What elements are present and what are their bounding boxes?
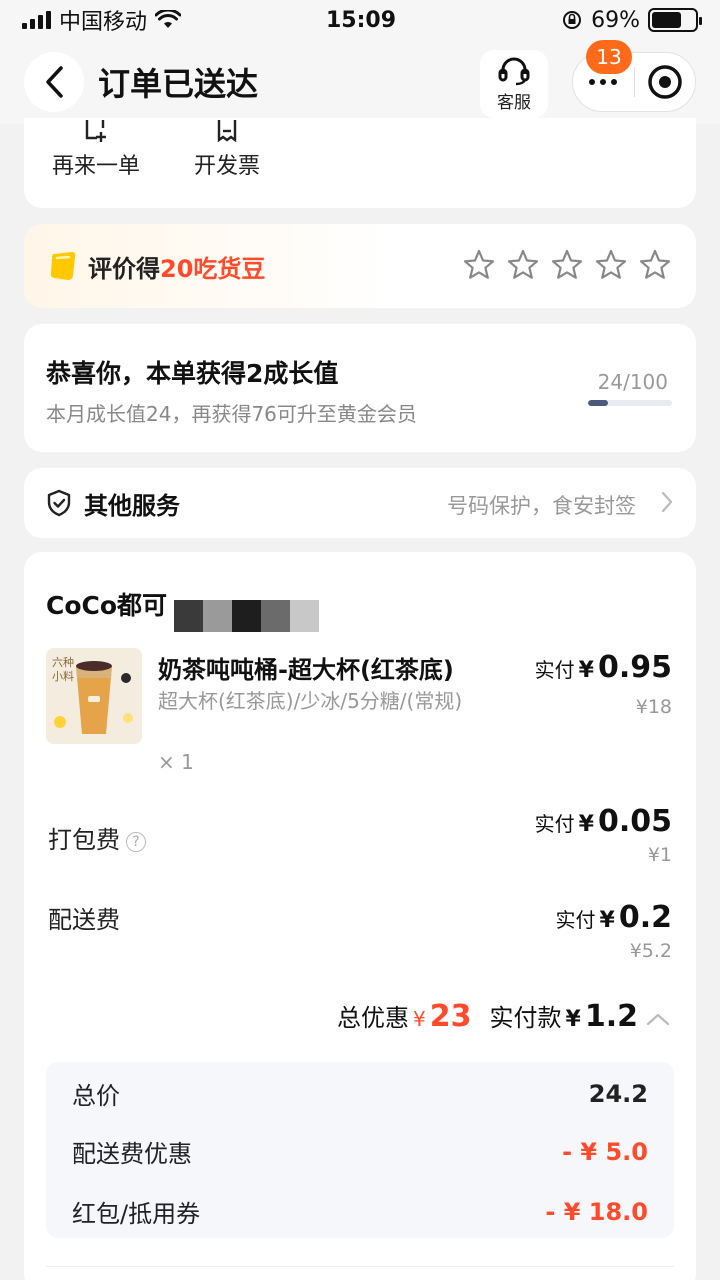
customer-service-button[interactable]: 客服	[480, 50, 548, 118]
customer-service-label: 客服	[497, 92, 531, 113]
paid-currency: ¥	[565, 1007, 581, 1032]
notification-badge: 13	[586, 40, 632, 74]
page-title: 订单已送达	[98, 65, 259, 103]
back-button[interactable]	[24, 52, 84, 112]
invoice-button[interactable]: 开发票	[194, 118, 260, 180]
price-breakdown: 总价 24.2 配送费优惠 - ¥ 5.0 红包/抵用券 - ¥ 18.0	[46, 1062, 674, 1238]
rating-stars	[462, 248, 672, 282]
review-reward-text: 评价得20吃货豆	[88, 249, 265, 284]
order-detail-card: CoCo都可 六种小料 奶茶吨吨桶-超大杯(红茶底) 超大杯(红茶底)/少冰/5…	[24, 552, 696, 1280]
star-icon[interactable]	[638, 248, 672, 282]
coin-icon	[50, 252, 76, 280]
product-original-price: ¥18	[635, 696, 672, 718]
status-right: 69%	[561, 7, 702, 33]
close-mini-program-button[interactable]	[634, 64, 695, 100]
carrier-name: 中国移动	[59, 10, 148, 35]
star-icon[interactable]	[594, 248, 628, 282]
chevron-up-icon	[646, 1013, 670, 1026]
status-left: 中国移动	[22, 4, 182, 36]
signal-icon	[22, 11, 51, 29]
star-icon[interactable]	[462, 248, 496, 282]
breakdown-row-total: 总价 24.2	[72, 1076, 648, 1111]
product-quantity: × 1	[158, 750, 194, 774]
invoice-label: 开发票	[194, 154, 261, 179]
status-time: 15:09	[326, 7, 397, 33]
invoice-icon	[217, 120, 237, 143]
rotation-lock-icon	[563, 11, 582, 29]
dot-icon	[611, 79, 618, 85]
chevron-right-icon	[661, 491, 673, 513]
total-paid-label: 实付款	[489, 1004, 562, 1032]
growth-card: 恭喜你，本单获得2成长值 本月成长值24，再获得76可升至黄金会员 24/100	[24, 324, 696, 452]
target-icon	[647, 65, 682, 99]
packing-paid-row: 实付 ¥ 0.05	[535, 804, 672, 839]
headset-icon	[498, 57, 530, 85]
total-discount-amount: 23	[429, 999, 472, 1034]
breakdown-row-coupon: 红包/抵用券 - ¥ 18.0	[72, 1194, 648, 1229]
section-divider	[46, 1266, 674, 1267]
growth-subtitle: 本月成长值24，再获得76可升至黄金会员	[46, 402, 417, 426]
product-image-caption: 六种小料	[52, 656, 74, 683]
currency-symbol: ¥	[578, 658, 594, 683]
battery-percent: 69%	[591, 7, 640, 33]
status-bar: 中国移动 15:09 69%	[0, 0, 720, 40]
breakdown-label: 红包/抵用券	[72, 1200, 201, 1228]
more-menu-button[interactable]	[573, 79, 634, 85]
breakdown-value: - ¥ 5.0	[562, 1137, 648, 1166]
packing-fee-text: 打包费	[48, 826, 120, 854]
star-icon[interactable]	[506, 248, 540, 282]
currency-symbol: ¥	[578, 812, 594, 837]
delivery-paid-row: 实付 ¥ 0.2	[556, 900, 672, 935]
delivery-paid-amount: 0.2	[618, 900, 672, 935]
growth-progress-fill	[588, 400, 609, 406]
star-icon[interactable]	[550, 248, 584, 282]
packing-fee-label: 打包费?	[48, 820, 146, 855]
battery-icon	[648, 8, 702, 32]
chevron-left-icon	[46, 66, 63, 98]
packing-original-price: ¥1	[647, 844, 672, 866]
order-actions-card: 再来一单 开发票	[24, 118, 696, 208]
product-paid-row: 实付 ¥ 0.95	[535, 650, 672, 685]
review-card: 评价得20吃货豆	[24, 224, 696, 308]
growth-progress-bar	[588, 400, 672, 406]
total-discount-label: 总优惠	[337, 1004, 410, 1032]
product-name: 奶茶吨吨桶-超大杯(红茶底)	[158, 656, 454, 684]
paid-label: 实付	[555, 908, 596, 932]
currency-symbol: ¥	[599, 908, 615, 933]
review-reward: 20吃货豆	[160, 254, 266, 283]
dot-icon	[600, 79, 607, 85]
discount-currency: ¥	[413, 1007, 426, 1031]
breakdown-label: 总价	[72, 1082, 120, 1110]
growth-count: 24/100	[597, 370, 668, 394]
paid-label: 实付	[534, 812, 575, 836]
order-totals-row[interactable]: 总优惠 ¥ 23 实付款 ¥ 1.2	[337, 998, 670, 1034]
services-title: 其他服务	[84, 491, 180, 520]
breakdown-value: 24.2	[588, 1079, 648, 1108]
reorder-label: 再来一单	[52, 154, 141, 179]
breakdown-value: - ¥ 18.0	[545, 1197, 648, 1226]
total-paid-amount: 1.2	[584, 999, 638, 1034]
shield-check-icon	[47, 489, 71, 517]
shop-name[interactable]: CoCo都可	[46, 586, 167, 622]
help-icon[interactable]: ?	[126, 832, 146, 852]
review-prefix: 评价得	[88, 254, 160, 283]
reorder-button[interactable]: 再来一单	[52, 118, 140, 180]
wifi-icon	[155, 10, 182, 28]
breakdown-row-delivery-discount: 配送费优惠 - ¥ 5.0	[72, 1134, 648, 1169]
reorder-icon	[85, 120, 106, 142]
product-spec: 超大杯(红茶底)/少冰/5分糖/(常规)	[158, 689, 463, 713]
other-services-row[interactable]: 其他服务 号码保护，食安封签	[24, 468, 696, 538]
delivery-fee-label: 配送费	[48, 906, 120, 934]
breakdown-label: 配送费优惠	[72, 1140, 192, 1168]
redacted-mosaic	[174, 600, 319, 632]
nav-header: 订单已送达 客服 13	[0, 40, 720, 124]
services-description: 号码保护，食安封签	[447, 494, 636, 518]
paid-label: 实付	[534, 658, 575, 682]
growth-title: 恭喜你，本单获得2成长值	[46, 359, 339, 388]
delivery-original-price: ¥5.2	[629, 940, 672, 962]
dot-icon	[589, 79, 596, 85]
product-paid-amount: 0.95	[597, 650, 672, 685]
packing-paid-amount: 0.05	[597, 804, 672, 839]
